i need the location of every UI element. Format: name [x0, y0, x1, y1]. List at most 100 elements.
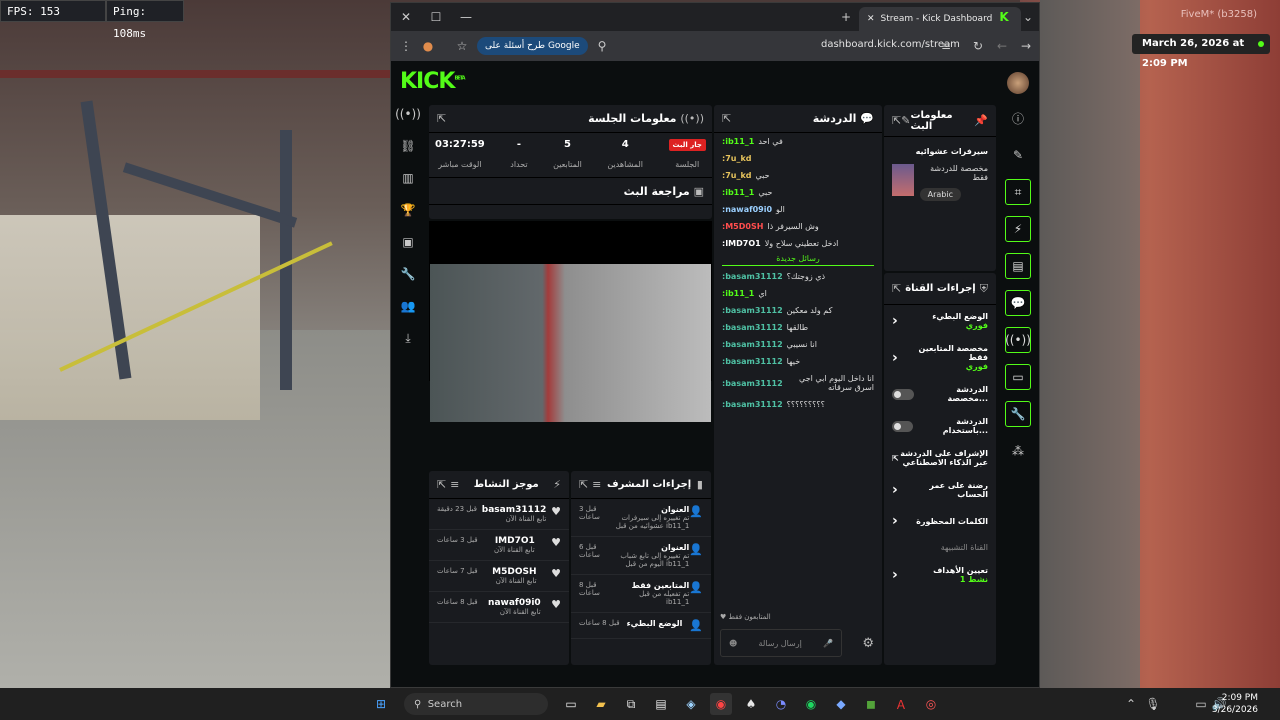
chat-settings-icon[interactable]: ⚙ [862, 636, 874, 651]
chat-username[interactable]: IMD7O1: [722, 239, 761, 248]
google-ask-chip[interactable]: طرح أسئلة على Google [477, 37, 588, 55]
taskbar-search[interactable]: ⚲ Search [404, 693, 548, 715]
group-icon[interactable]: ⁂ [1005, 438, 1031, 464]
profile-icon[interactable]: ● [413, 32, 443, 60]
rockstar-icon[interactable]: ♠ [740, 693, 762, 715]
mic-icon[interactable]: 🎤 [823, 639, 833, 648]
broadcast-icon[interactable]: ((•)) [395, 103, 421, 125]
taskbar-clock[interactable]: 2:09 PM 3/26/2026 [1212, 692, 1258, 716]
chat-expand-icon[interactable]: ⇱ [722, 112, 731, 125]
chevron-right-icon[interactable]: › [892, 513, 898, 529]
forward-icon[interactable]: → [1011, 32, 1041, 60]
filter-icon[interactable]: ≡ [450, 478, 459, 491]
chrome-icon[interactable]: ◉ [710, 693, 732, 715]
tab-dropdown-icon[interactable]: ⌄ [1013, 3, 1043, 31]
terminal-icon[interactable]: ▤ [650, 693, 672, 715]
link-icon[interactable]: ⛓ [397, 135, 419, 157]
fivem-icon[interactable]: ◎ [920, 693, 942, 715]
tune-icon[interactable]: ≡ [931, 32, 961, 60]
app-icon[interactable]: ◆ [830, 693, 852, 715]
file-explorer-icon[interactable]: ▰ [590, 693, 612, 715]
activity-user[interactable]: nawaf09i0 [488, 598, 541, 608]
bolt-icon[interactable]: ⚡ [1005, 216, 1031, 242]
steam-icon[interactable]: ◈ [680, 693, 702, 715]
chat-username[interactable]: basam31112: [722, 272, 783, 281]
activity-expand-icon[interactable]: ⇱ [437, 478, 446, 491]
toggle-switch[interactable] [892, 420, 913, 432]
actions-expand-icon[interactable]: ⇱ [892, 282, 901, 295]
broadcast-icon[interactable]: ((•)) [1005, 327, 1031, 353]
channel-action[interactable]: › تعيين الأهداف 1 نشط [884, 559, 996, 591]
acrobat-icon[interactable]: Ａ [890, 693, 912, 715]
chat-username[interactable]: 7u_kd: [722, 171, 752, 180]
chat-username[interactable]: M5D0SH: [722, 222, 763, 231]
minecraft-icon[interactable]: ◼ [860, 693, 882, 715]
task-view-icon[interactable]: ▭ [560, 693, 582, 715]
wrench-icon[interactable]: 🔧 [397, 263, 419, 285]
kick-logo[interactable]: KICKBETA [400, 69, 466, 94]
channel-action[interactable]: الدردشة مخصصة... [884, 378, 996, 410]
channel-action[interactable]: ⇱ الإشراف على الدردشة عبر الذكاء الاصطناع… [884, 442, 996, 474]
stream-preview[interactable] [429, 221, 712, 422]
minimize-icon[interactable]: — [451, 3, 481, 31]
spotify-icon[interactable]: ◉ [800, 693, 822, 715]
chat-username[interactable]: basam31112: [722, 340, 783, 349]
activity-user[interactable]: basam31112 [482, 505, 547, 515]
windows-start-icon[interactable]: ⊞ [370, 693, 392, 715]
activity-user[interactable]: M5DOSH [492, 567, 536, 577]
trophy-icon[interactable]: 🏆 [397, 199, 419, 221]
info-expand-icon[interactable]: ⇱ [892, 114, 901, 127]
expand-icon[interactable]: ⇱ [437, 112, 446, 125]
video-icon[interactable]: ▣ [397, 231, 419, 253]
tab-close-icon[interactable]: ✕ [867, 14, 875, 24]
note-icon[interactable]: ▤ [1005, 253, 1031, 279]
mod-filter-icon[interactable]: ≡ [592, 478, 601, 491]
store-icon[interactable]: ⧉ [620, 693, 642, 715]
external-icon[interactable]: ⇱ [892, 454, 899, 463]
chat-username[interactable]: basam31112: [722, 379, 783, 388]
chat-username[interactable]: basam31112: [722, 306, 783, 315]
channel-action[interactable]: الدردشة باستخدام... [884, 410, 996, 442]
pencil-icon[interactable]: ✎ [901, 114, 910, 127]
site-settings-icon[interactable]: ⚲ [587, 32, 617, 60]
activity-user[interactable]: IMD7O1 [494, 536, 535, 546]
channel-action[interactable]: › الوضع البطيء فوري [884, 305, 996, 337]
channel-action[interactable]: › رضنة على عمر الحساب [884, 474, 996, 506]
close-window-icon[interactable]: ✕ [391, 3, 421, 31]
stream-info-header: ⇱ ✎ معلومات البث 📌 [884, 105, 996, 137]
maximize-icon[interactable]: ☐ [421, 3, 451, 31]
bookmark-star-icon[interactable]: ☆ [447, 32, 477, 60]
edit-icon[interactable]: ✎ [1005, 142, 1031, 168]
chat-username[interactable]: 7u_kd: [722, 154, 752, 163]
mod-expand-icon[interactable]: ⇱ [579, 478, 588, 491]
scan-icon[interactable]: ⌗ [1005, 179, 1031, 205]
chevron-right-icon[interactable]: › [892, 567, 898, 583]
tray-chevron-icon[interactable]: ⌃ [1120, 693, 1142, 715]
new-tab-icon[interactable]: + [831, 3, 861, 31]
channel-action[interactable]: › مخصصة المتابعين فقط فوري [884, 337, 996, 378]
user-avatar[interactable] [1007, 72, 1029, 94]
tools-icon[interactable]: 🔧 [1005, 401, 1031, 427]
chat-username[interactable]: ib11_1: [722, 137, 754, 146]
chat-username[interactable]: ib11_1: [722, 188, 754, 197]
stats-icon[interactable]: ▥ [397, 167, 419, 189]
chat-input[interactable]: ☻ إرسال رسالة 🎤 [720, 629, 842, 657]
chat-icon[interactable]: 💬 [1005, 290, 1031, 316]
activity-time: قبل 7 ساعات [437, 567, 478, 575]
overlay-icon[interactable]: ▭ [1005, 364, 1031, 390]
download-icon[interactable]: ⤓ [397, 327, 419, 349]
users-icon[interactable]: 👥 [397, 295, 419, 317]
channel-action[interactable]: › الكلمات المحظورة [884, 506, 996, 536]
chat-username[interactable]: basam31112: [722, 400, 783, 409]
toggle-switch[interactable] [892, 388, 914, 400]
chat-username[interactable]: nawaf09i0: [722, 205, 772, 214]
chat-username[interactable]: basam31112: [722, 323, 783, 332]
mic-tray-icon[interactable]: 🎙 [1142, 693, 1164, 715]
review-title-text: مراجعة البث [623, 184, 690, 198]
chat-username[interactable]: basam31112: [722, 357, 783, 366]
discord-icon[interactable]: ◔ [770, 693, 792, 715]
emoji-icon[interactable]: ☻ [729, 639, 737, 648]
chevron-right-icon[interactable]: › [892, 313, 898, 329]
chat-username[interactable]: ib11_1: [722, 289, 754, 298]
info-icon[interactable]: ⓘ [1005, 105, 1031, 131]
